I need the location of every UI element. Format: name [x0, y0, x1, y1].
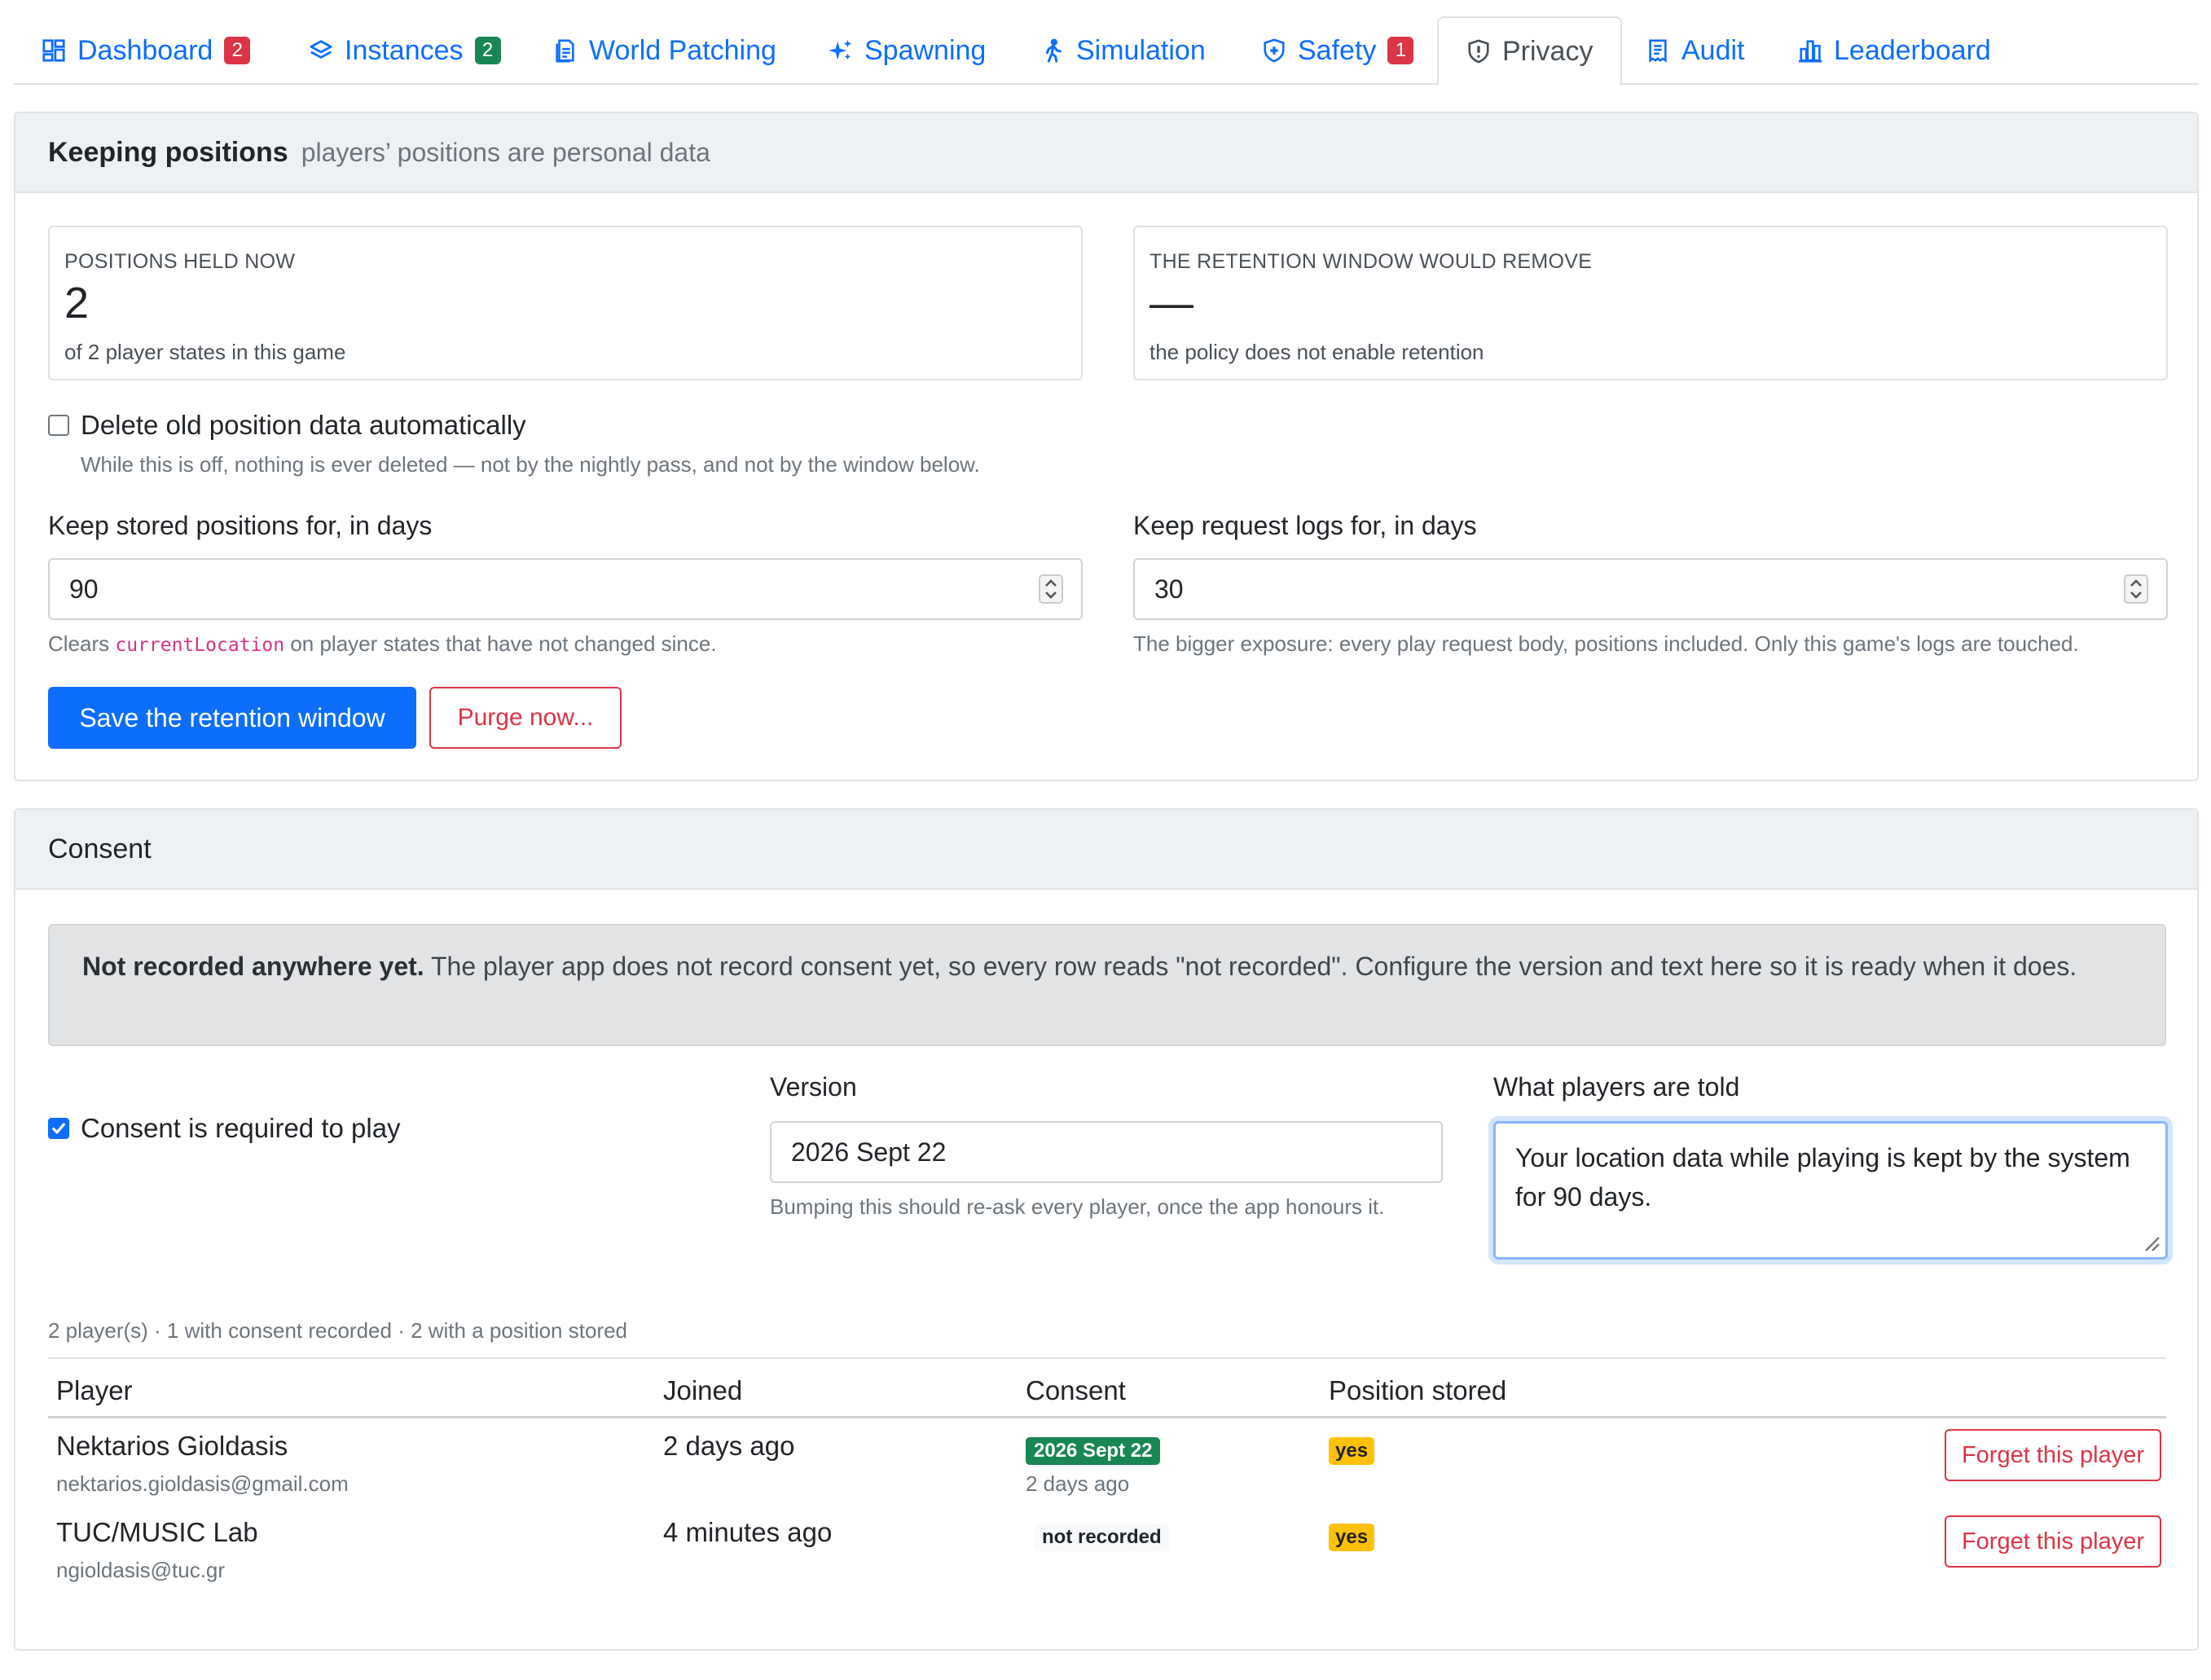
joined-time: 2 days ago [663, 1431, 795, 1461]
version-value: 2026 Sept 22 [791, 1137, 947, 1167]
version-help: Bumping this should re-ask every player,… [770, 1194, 1385, 1219]
logs-days-input[interactable]: 30 [1133, 558, 2168, 620]
purge-now-button[interactable]: Purge now... [429, 687, 622, 749]
stat-value: — [1149, 279, 1193, 328]
alert-text: The player app does not record consent y… [424, 952, 2077, 981]
logs-days-help: The bigger exposure: every play request … [1133, 631, 2079, 656]
column-header-consent: Consent [1026, 1375, 1126, 1405]
positions-held-stat: POSITIONS HELD NOW 2 of 2 player states … [48, 226, 1083, 380]
logs-days-value: 30 [1154, 574, 1184, 604]
tab-bar: Dashboard 2 Instances 2 World Patching S… [14, 16, 2199, 86]
tab-label: Dashboard [77, 34, 213, 66]
retention-card-header: Keeping positions players’ positions are… [15, 113, 2197, 193]
version-label: Version [770, 1072, 857, 1102]
tab-badge: 1 [1387, 37, 1414, 64]
tab-label: Spawning [864, 34, 987, 66]
tab-badge: 2 [474, 37, 501, 64]
consent-title: Consent [48, 833, 152, 864]
help-suffix: on player states that have not changed s… [290, 631, 717, 656]
shield-exclamation-icon [1466, 39, 1491, 64]
told-textarea[interactable]: Your location data while playing is kept… [1493, 1121, 2168, 1260]
shield-plus-icon [1262, 38, 1286, 63]
help-prefix: Clears [48, 631, 110, 656]
logs-days-label: Keep request logs for, in days [1133, 511, 1477, 540]
stat-label: POSITIONS HELD NOW [64, 250, 296, 273]
consent-time: 2 days ago [1026, 1471, 1130, 1496]
consent-version-badge: 2026 Sept 22 [1026, 1437, 1161, 1465]
tab-privacy[interactable]: Privacy [1437, 16, 1623, 86]
tab-dashboard[interactable]: Dashboard 2 [42, 16, 251, 85]
walking-person-icon [1040, 38, 1065, 63]
privacy-page: Dashboard 2 Instances 2 World Patching S… [0, 0, 2211, 1680]
tab-label: Safety [1298, 34, 1377, 66]
position-stored-badge: yes [1329, 1437, 1375, 1465]
tab-label: Simulation [1076, 34, 1206, 66]
retention-title: Keeping positions [48, 136, 288, 168]
number-spinner[interactable] [2124, 574, 2148, 604]
consent-required-label[interactable]: Consent is required to play [81, 1113, 401, 1144]
tab-instances[interactable]: Instances 2 [309, 16, 501, 85]
layers-icon [309, 38, 333, 63]
tab-label: World Patching [589, 34, 776, 66]
column-header-player: Player [56, 1375, 133, 1405]
consent-required-checkbox[interactable] [48, 1118, 69, 1139]
sparkles-icon [829, 38, 853, 63]
player-name: TUC/MUSIC Lab [56, 1517, 258, 1547]
retention-card: Keeping positions players’ positions are… [14, 112, 2199, 781]
joined-time: 4 minutes ago [663, 1517, 833, 1547]
alert-bold: Not recorded anywhere yet. [82, 952, 424, 981]
number-spinner[interactable] [1039, 574, 1063, 604]
positions-days-value: 90 [69, 574, 99, 604]
table-header-divider [48, 1416, 2166, 1418]
tab-label: Leaderboard [1834, 34, 1991, 66]
auto-delete-label[interactable]: Delete old position data automatically [81, 410, 526, 441]
consent-card: Consent Not recorded anywhere yet. The p… [14, 808, 2199, 1651]
column-header-position: Position stored [1329, 1375, 1507, 1405]
auto-delete-checkbox[interactable] [48, 415, 69, 436]
positions-days-help: Clears currentLocation on player states … [48, 631, 717, 657]
retention-remove-stat: THE RETENTION WINDOW WOULD REMOVE — the … [1133, 226, 2168, 380]
forget-player-button[interactable]: Forget this player [1945, 1429, 2161, 1481]
positions-days-input[interactable]: 90 [48, 558, 1083, 620]
tab-audit[interactable]: Audit [1646, 16, 1745, 85]
stat-caption: of 2 player states in this game [64, 340, 346, 364]
tab-leaderboard[interactable]: Leaderboard [1798, 16, 1991, 85]
tab-badge: 2 [224, 37, 251, 64]
dashboard-icon [42, 38, 66, 63]
told-value: Your location data while playing is kept… [1515, 1143, 2130, 1212]
tab-label: Audit [1681, 34, 1745, 66]
divider [48, 1357, 2166, 1359]
positions-days-label: Keep stored positions for, in days [48, 511, 433, 540]
version-input[interactable]: 2026 Sept 22 [770, 1121, 1443, 1183]
stat-label: THE RETENTION WINDOW WOULD REMOVE [1149, 250, 1593, 273]
tab-world-patching[interactable]: World Patching [553, 16, 776, 85]
tab-simulation[interactable]: Simulation [1040, 16, 1206, 85]
tab-safety[interactable]: Safety 1 [1262, 16, 1414, 85]
consent-card-header: Consent [15, 810, 2197, 890]
column-header-joined: Joined [663, 1375, 743, 1405]
stat-caption: the policy does not enable retention [1149, 340, 1484, 364]
save-retention-button[interactable]: Save the retention window [48, 687, 416, 749]
resize-handle-icon[interactable] [2141, 1233, 2160, 1252]
file-icon [553, 38, 578, 63]
tab-label: Privacy [1502, 35, 1593, 67]
player-name: Nektarios Gioldasis [56, 1431, 288, 1461]
consent-alert: Not recorded anywhere yet. The player ap… [48, 924, 2166, 1046]
told-label: What players are told [1493, 1072, 1740, 1102]
help-code: currentLocation [115, 635, 285, 656]
consent-status-badge: not recorded [1034, 1524, 1170, 1551]
auto-delete-help: While this is off, nothing is ever delet… [81, 452, 980, 477]
retention-subtitle: players’ positions are personal data [301, 137, 710, 167]
tab-spawning[interactable]: Spawning [829, 16, 986, 85]
player-email: nektarios.gioldasis@gmail.com [56, 1471, 349, 1496]
forget-player-button[interactable]: Forget this player [1945, 1515, 2161, 1568]
bar-chart-icon [1798, 38, 1822, 63]
stat-value: 2 [64, 279, 90, 328]
position-stored-badge: yes [1329, 1524, 1375, 1551]
player-email: ngioldasis@tuc.gr [56, 1558, 226, 1582]
consent-summary: 2 player(s) · 1 with consent recorded · … [48, 1318, 628, 1343]
tab-label: Instances [345, 34, 464, 66]
receipt-icon [1646, 38, 1670, 63]
